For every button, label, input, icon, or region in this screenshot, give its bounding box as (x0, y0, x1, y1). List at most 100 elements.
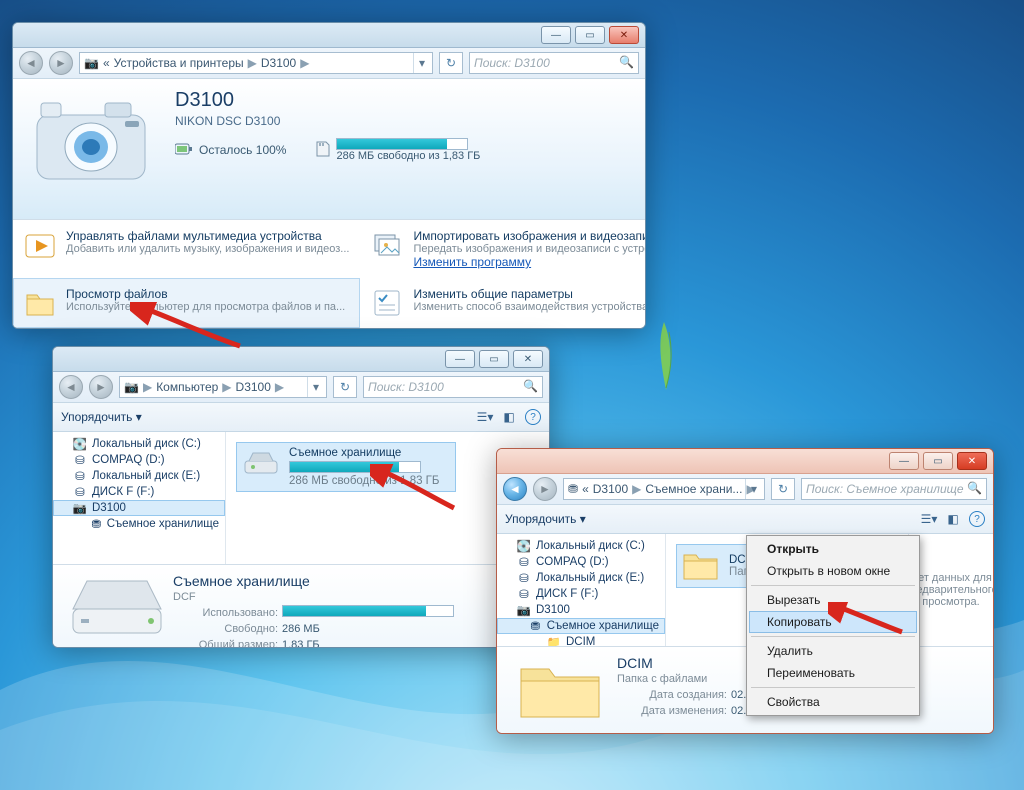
hdd-icon: ⛁ (517, 555, 531, 569)
context-menu: Открыть Открыть в новом окне Вырезать Ко… (746, 535, 920, 716)
cm-separator (751, 585, 915, 586)
tree-item-d3100[interactable]: 📷D3100 (53, 500, 225, 516)
tree-item-compaq[interactable]: ⛁COMPAQ (D:) (497, 554, 665, 570)
tree-item-disk-f[interactable]: ⛁ДИСК F (F:) (497, 586, 665, 602)
breadcrumb[interactable]: Съемное храни... (645, 482, 742, 496)
drive-icon: ⛃ (568, 482, 578, 496)
nav-back-button[interactable]: ◄ (59, 375, 83, 399)
cm-copy[interactable]: Копировать (749, 611, 917, 633)
search-input[interactable]: Поиск: D3100 🔍 (469, 52, 639, 74)
close-button[interactable]: ✕ (513, 350, 543, 368)
address-dropdown-icon[interactable]: ▾ (413, 53, 430, 73)
task-grid: Управлять файлами мультимедиа устройства… (13, 219, 645, 328)
view-options-icon[interactable]: ☰▾ (921, 511, 937, 527)
view-options-icon[interactable]: ☰▾ (477, 409, 493, 425)
refresh-button[interactable]: ↻ (439, 52, 463, 74)
titlebar[interactable]: — ▭ ✕ (13, 23, 645, 48)
address-bar[interactable]: 📷 ▶ Компьютер ▶ D3100 ▶ ▾ (119, 376, 327, 398)
preview-pane-icon[interactable]: ◧ (945, 511, 961, 527)
search-icon: 🔍 (523, 379, 538, 393)
device-title: D3100 (175, 89, 480, 112)
cm-open-new-window[interactable]: Открыть в новом окне (749, 560, 917, 582)
hdd-icon: ⛁ (517, 571, 531, 585)
device-header: D3100 NIKON DSC D3100 Осталось 100% 286 … (13, 79, 645, 219)
tree-item-removable[interactable]: ⛃Съемное хранилище (497, 618, 665, 634)
close-button[interactable]: ✕ (957, 452, 987, 470)
cm-properties[interactable]: Свойства (749, 691, 917, 713)
breadcrumb[interactable]: Устройства и принтеры (114, 56, 244, 70)
help-icon[interactable]: ? (969, 511, 985, 527)
task-view-files[interactable]: Просмотр файлов Используйте компьютер дл… (13, 278, 360, 328)
close-button[interactable]: ✕ (609, 26, 639, 44)
organize-button[interactable]: Упорядочить ▾ (61, 410, 142, 424)
tree-item-local-c[interactable]: 💽Локальный диск (C:) (53, 436, 225, 452)
search-icon: 🔍 (967, 481, 982, 495)
camera-icon (27, 89, 155, 189)
cm-open[interactable]: Открыть (749, 538, 917, 560)
navigation-tree[interactable]: 💽Локальный диск (C:) ⛁COMPAQ (D:) ⛁Локал… (53, 432, 226, 564)
minimize-button[interactable]: — (541, 26, 571, 44)
cm-cut[interactable]: Вырезать (749, 589, 917, 611)
breadcrumb[interactable]: Компьютер (156, 380, 218, 394)
preview-pane-icon[interactable]: ◧ (501, 409, 517, 425)
task-import[interactable]: Импортировать изображения и видеозаписи … (360, 220, 646, 278)
titlebar[interactable]: — ▭ ✕ (497, 449, 993, 474)
navigation-tree[interactable]: 💽Локальный диск (C:) ⛁COMPAQ (D:) ⛁Локал… (497, 534, 666, 646)
camera-device-icon: 📷 (73, 501, 87, 515)
address-dropdown-icon[interactable]: ▾ (745, 479, 762, 499)
search-input[interactable]: Поиск: Съемное хранилище 🔍 (801, 478, 987, 500)
task-change-settings[interactable]: Изменить общие параметры Изменить способ… (360, 278, 646, 328)
breadcrumb[interactable]: D3100 (236, 380, 271, 394)
storage-bar (289, 461, 421, 473)
nav-back-button[interactable]: ◄ (503, 477, 527, 501)
task-manage-media[interactable]: Управлять файлами мультимедиа устройства… (13, 220, 360, 278)
drive-icon: ⛃ (91, 517, 102, 531)
play-folder-icon (24, 229, 56, 261)
refresh-button[interactable]: ↻ (333, 376, 357, 398)
organize-button[interactable]: Упорядочить ▾ (505, 512, 586, 526)
tree-item-local-e[interactable]: ⛁Локальный диск (E:) (497, 570, 665, 586)
address-bar[interactable]: ⛃ « D3100 ▶ Съемное храни... ▶ ▾ (563, 478, 765, 500)
change-program-link[interactable]: Изменить программу (413, 255, 646, 269)
device-stage-window: — ▭ ✕ ◄ ► 📷 « Устройства и принтеры ▶ D3… (12, 22, 646, 329)
tree-item-d3100[interactable]: 📷D3100 (497, 602, 665, 618)
nav-forward-button[interactable]: ► (49, 51, 73, 75)
battery-icon (175, 143, 193, 158)
removable-storage-tile[interactable]: Съемное хранилище 286 МБ свободно из 1,8… (236, 442, 456, 492)
nav-back-button[interactable]: ◄ (19, 51, 43, 75)
address-dropdown-icon[interactable]: ▾ (307, 377, 324, 397)
details-pane: Съемное хранилище DCF Использовано: Своб… (53, 564, 549, 648)
hdd-icon: ⛁ (73, 485, 87, 499)
tree-item-compaq[interactable]: ⛁COMPAQ (D:) (53, 452, 225, 468)
cm-delete[interactable]: Удалить (749, 640, 917, 662)
navbar: ◄ ► 📷 « Устройства и принтеры ▶ D3100 ▶ … (13, 48, 645, 79)
maximize-button[interactable]: ▭ (479, 350, 509, 368)
maximize-button[interactable]: ▭ (575, 26, 605, 44)
hdd-icon: ⛁ (517, 587, 531, 601)
tree-item-local-e[interactable]: ⛁Локальный диск (E:) (53, 468, 225, 484)
breadcrumb[interactable]: D3100 (261, 56, 296, 70)
minimize-button[interactable]: — (445, 350, 475, 368)
nav-forward-button[interactable]: ► (533, 477, 557, 501)
tree-item-disk-f[interactable]: ⛁ДИСК F (F:) (53, 484, 225, 500)
maximize-button[interactable]: ▭ (923, 452, 953, 470)
desktop-leaf-decor (656, 320, 676, 390)
minimize-button[interactable]: — (889, 452, 919, 470)
storage-bar (336, 138, 468, 150)
drive-icon (241, 447, 281, 479)
tree-item-dcim[interactable]: 📁DCIM (497, 634, 665, 646)
titlebar[interactable]: — ▭ ✕ (53, 347, 549, 372)
drive-large-icon (67, 573, 167, 641)
tree-item-removable[interactable]: ⛃Съемное хранилище (53, 516, 225, 532)
nav-forward-button[interactable]: ► (89, 375, 113, 399)
tree-item-local-c[interactable]: 💽Локальный диск (C:) (497, 538, 665, 554)
search-input[interactable]: Поиск: D3100 🔍 (363, 376, 543, 398)
breadcrumb[interactable]: D3100 (593, 482, 628, 496)
device-subtitle: NIKON DSC D3100 (175, 114, 480, 128)
camera-device-icon: 📷 (124, 380, 139, 394)
refresh-button[interactable]: ↻ (771, 478, 795, 500)
cm-rename[interactable]: Переименовать (749, 662, 917, 684)
help-icon[interactable]: ? (525, 409, 541, 425)
address-bar[interactable]: 📷 « Устройства и принтеры ▶ D3100 ▶ ▾ (79, 52, 433, 74)
hdd-icon: 💽 (517, 539, 531, 553)
